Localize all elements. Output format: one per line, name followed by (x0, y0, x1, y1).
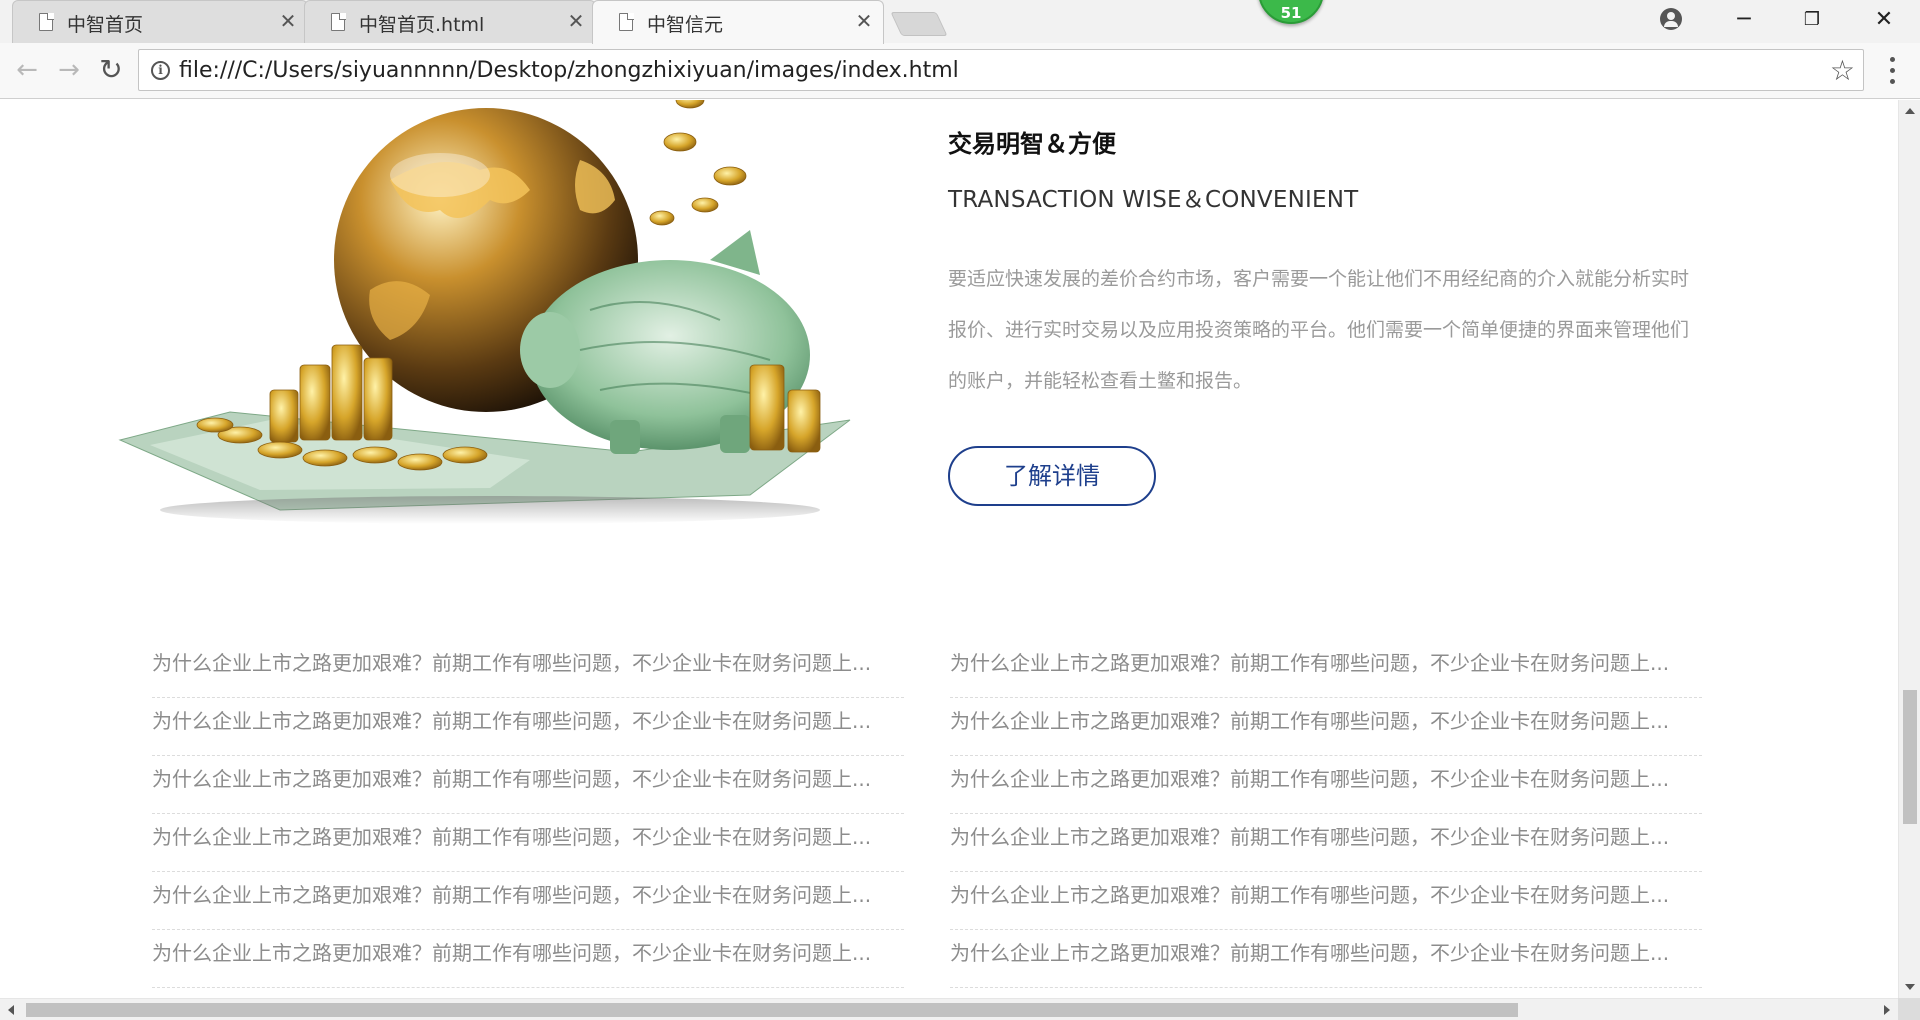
tab-title: 中智首页 (67, 14, 144, 36)
tab-title: 中智首页.html (359, 14, 485, 36)
info-icon[interactable]: i (151, 61, 170, 80)
browser-toolbar: ← → ↻ i file:///C:/Users/siyuannnnn/Desk… (0, 43, 1920, 99)
scroll-up-icon[interactable] (1905, 108, 1915, 114)
extension-badge[interactable]: 51 (1258, 0, 1324, 24)
news-item[interactable]: 为什么企业上市之路更加艰难？前期工作有哪些问题，不少企业卡在财务问题上... (950, 756, 1702, 814)
scrollbar-corner (1898, 998, 1920, 1020)
reload-icon[interactable]: ↻ (92, 51, 130, 89)
page-viewport: 交易明智＆方便 TRANSACTION WISE＆CONVENIENT 要适应快… (0, 100, 1898, 998)
news-item[interactable]: 为什么企业上市之路更加艰难？前期工作有哪些问题，不少企业卡在财务问题上... (950, 640, 1702, 698)
news-item[interactable]: 为什么企业上市之路更加艰难？前期工作有哪些问题，不少企业卡在财务问题上... (950, 814, 1702, 872)
menu-icon[interactable] (1880, 53, 1904, 89)
tab-zhongzhi-home-html[interactable]: 中智首页.html ✕ (304, 0, 596, 43)
news-item[interactable]: 为什么企业上市之路更加艰难？前期工作有哪些问题，不少企业卡在财务问题上... (152, 756, 904, 814)
vertical-scroll-thumb[interactable] (1903, 690, 1917, 824)
news-item[interactable]: 为什么企业上市之路更加艰难？前期工作有哪些问题，不少企业卡在财务问题上... (152, 814, 904, 872)
tab-zhongzhi-home[interactable]: 中智首页 ✕ (12, 0, 308, 43)
page-icon (39, 12, 54, 31)
feature-title-en: TRANSACTION WISE＆CONVENIENT (948, 187, 1359, 213)
news-item[interactable]: 为什么企业上市之路更加艰难？前期工作有哪些问题，不少企业卡在财务问题上... (950, 698, 1702, 756)
forward-icon[interactable]: → (50, 51, 88, 89)
tab-title: 中智信元 (647, 14, 724, 36)
scroll-right-icon[interactable] (1884, 1005, 1890, 1015)
profile-icon[interactable] (1660, 8, 1682, 30)
window-close-icon[interactable]: ✕ (1850, 0, 1918, 40)
news-list-left: 为什么企业上市之路更加艰难？前期工作有哪些问题，不少企业卡在财务问题上... 为… (152, 640, 904, 988)
minimize-icon[interactable]: ─ (1710, 0, 1778, 40)
globe-piggy-bank-illustration (118, 100, 851, 524)
news-list-right: 为什么企业上市之路更加艰难？前期工作有哪些问题，不少企业卡在财务问题上... 为… (950, 640, 1702, 988)
learn-more-button[interactable]: 了解详情 (948, 446, 1156, 506)
url-text[interactable]: file:///C:/Users/siyuannnnn/Desktop/zhon… (179, 58, 959, 83)
horizontal-scrollbar[interactable] (0, 998, 1898, 1020)
news-item[interactable]: 为什么企业上市之路更加艰难？前期工作有哪些问题，不少企业卡在财务问题上... (152, 640, 904, 698)
scroll-down-icon[interactable] (1905, 984, 1915, 990)
news-item[interactable]: 为什么企业上市之路更加艰难？前期工作有哪些问题，不少企业卡在财务问题上... (152, 930, 904, 988)
scroll-left-icon[interactable] (8, 1005, 14, 1015)
horizontal-scroll-thumb[interactable] (26, 1003, 1518, 1017)
close-icon[interactable]: ✕ (277, 10, 299, 32)
news-item[interactable]: 为什么企业上市之路更加艰难？前期工作有哪些问题，不少企业卡在财务问题上... (152, 872, 904, 930)
news-item[interactable]: 为什么企业上市之路更加艰难？前期工作有哪些问题，不少企业卡在财务问题上... (950, 930, 1702, 988)
close-icon[interactable]: ✕ (853, 10, 875, 32)
star-icon[interactable]: ☆ (1830, 54, 1855, 87)
news-item[interactable]: 为什么企业上市之路更加艰难？前期工作有哪些问题，不少企业卡在财务问题上... (950, 872, 1702, 930)
tab-zhongzhi-xinyuan[interactable]: 中智信元 ✕ (592, 0, 884, 44)
page-icon (619, 12, 634, 31)
vertical-scrollbar[interactable] (1898, 100, 1920, 998)
feature-description: 要适应快速发展的差价合约市场，客户需要一个能让他们不用经纪商的介入就能分析实时报… (948, 268, 1690, 392)
page-icon (331, 12, 346, 31)
tab-strip: 中智首页 ✕ 中智首页.html ✕ 中智信元 ✕ 51 ─ ❐ ✕ (0, 0, 1920, 44)
restore-icon[interactable]: ❐ (1778, 0, 1846, 40)
close-icon[interactable]: ✕ (565, 10, 587, 32)
new-tab-button[interactable] (890, 12, 948, 36)
news-item[interactable]: 为什么企业上市之路更加艰难？前期工作有哪些问题，不少企业卡在财务问题上... (152, 698, 904, 756)
back-icon[interactable]: ← (8, 51, 46, 89)
address-bar[interactable]: i file:///C:/Users/siyuannnnn/Desktop/zh… (138, 49, 1864, 91)
feature-title-zh: 交易明智＆方便 (948, 130, 1116, 158)
